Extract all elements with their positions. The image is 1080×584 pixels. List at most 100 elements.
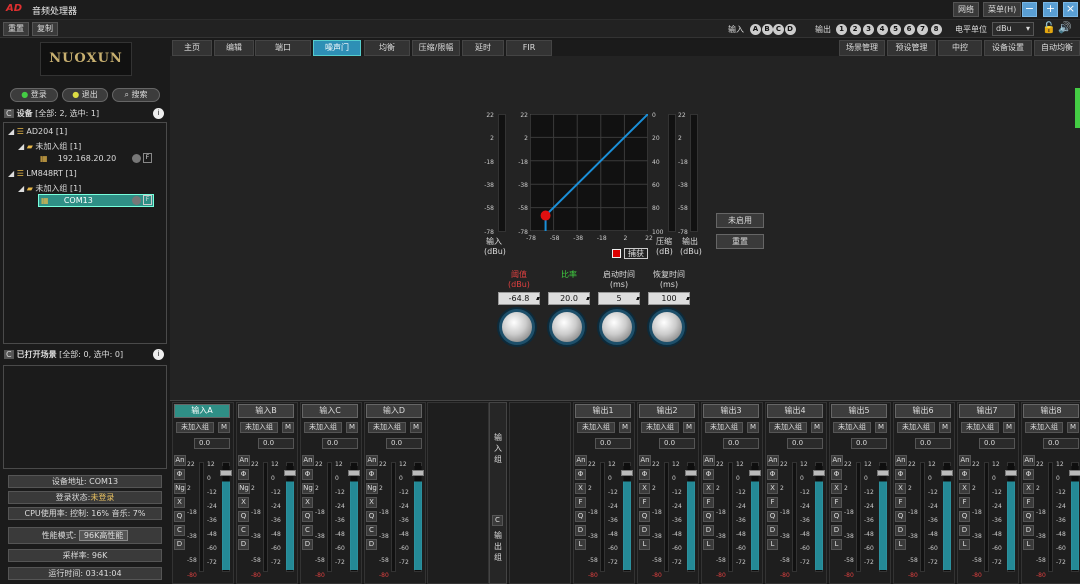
gain-spinner[interactable]: 0.0 xyxy=(787,438,823,449)
strip-side-button[interactable]: C xyxy=(174,525,185,536)
gain-spinner[interactable]: 0.0 xyxy=(258,438,294,449)
fader-handle[interactable] xyxy=(412,470,424,476)
fader-handle[interactable] xyxy=(685,470,697,476)
strip-side-button[interactable]: Φ xyxy=(302,469,313,480)
output-7-button[interactable]: 7 xyxy=(917,24,928,35)
strip-side-button[interactable]: X xyxy=(895,483,906,494)
output-8-button[interactable]: 8 xyxy=(930,24,942,35)
strip-side-button[interactable]: Q xyxy=(767,511,778,522)
strip-side-button[interactable]: Q xyxy=(639,511,650,522)
strip-side-button[interactable]: F xyxy=(831,497,842,508)
strip-side-button[interactable]: Φ xyxy=(895,469,906,480)
strip-side-button[interactable]: Φ xyxy=(174,469,185,480)
login-button[interactable]: ● 登录 xyxy=(10,88,58,102)
fader-handle[interactable] xyxy=(348,470,360,476)
strip-side-button[interactable]: X xyxy=(174,497,185,508)
tab-3[interactable]: 噪声门 xyxy=(313,40,361,56)
gain-spinner[interactable]: 0.0 xyxy=(659,438,695,449)
channel-name[interactable]: 输入B xyxy=(238,404,294,418)
strip-side-button[interactable]: L xyxy=(703,539,714,550)
strip-side-button[interactable]: D xyxy=(575,525,586,536)
strip-side-button[interactable]: L xyxy=(575,539,586,550)
right-tab-1[interactable]: 预设管理 xyxy=(887,40,936,56)
param-knob[interactable] xyxy=(499,309,535,345)
strip-side-button[interactable]: Q xyxy=(302,511,313,522)
fader-handle[interactable] xyxy=(220,470,232,476)
group-button[interactable]: 未加入组 xyxy=(961,422,999,433)
close-icon[interactable]: × xyxy=(1063,2,1078,17)
strip-side-button[interactable]: L xyxy=(639,539,650,550)
param-knob[interactable] xyxy=(599,309,635,345)
group-c-button[interactable]: C xyxy=(492,515,503,526)
channel-name[interactable]: 输入A xyxy=(174,404,230,418)
spinner-arrows-icon[interactable]: ▴▾ xyxy=(686,293,690,304)
strip-side-button[interactable]: Φ xyxy=(1023,469,1034,480)
gain-spinner[interactable]: 0.0 xyxy=(723,438,759,449)
group-button[interactable]: 未加入组 xyxy=(1025,422,1063,433)
fader-handle[interactable] xyxy=(1005,470,1017,476)
tree-group-1[interactable]: ◢ ▰ 未加入组 [1] xyxy=(18,141,81,152)
strip-side-button[interactable]: An xyxy=(302,455,314,466)
output-2-button[interactable]: 2 xyxy=(849,24,861,35)
gain-spinner[interactable]: 0.0 xyxy=(595,438,631,449)
param-value-spinner[interactable]: 5 ▴▾ xyxy=(598,292,640,305)
flag-icon[interactable]: F xyxy=(143,153,152,163)
channel-name[interactable]: 输入D xyxy=(366,404,422,418)
right-tab-3[interactable]: 设备设置 xyxy=(984,40,1032,56)
strip-side-button[interactable]: X xyxy=(302,497,313,508)
gate-reset-button[interactable]: 重置 xyxy=(716,234,764,249)
strip-side-button[interactable]: Q xyxy=(238,511,249,522)
strip-side-button[interactable]: D xyxy=(831,525,842,536)
mute-button[interactable]: M xyxy=(1067,422,1079,433)
group-button[interactable]: 未加入组 xyxy=(304,422,342,433)
strip-side-button[interactable]: Ng xyxy=(238,483,250,494)
tab-1[interactable]: 编辑 xyxy=(214,40,254,56)
strip-side-button[interactable]: D xyxy=(302,539,313,550)
tab-7[interactable]: FIR xyxy=(506,40,552,56)
strip-side-button[interactable]: D xyxy=(895,525,906,536)
param-value-spinner[interactable]: 100 ▴▾ xyxy=(648,292,690,305)
fader-handle[interactable] xyxy=(813,470,825,476)
group-button[interactable]: 未加入组 xyxy=(368,422,406,433)
strip-side-button[interactable]: An xyxy=(366,455,378,466)
group-button[interactable]: 未加入组 xyxy=(240,422,278,433)
strip-side-button[interactable]: L xyxy=(1023,539,1034,550)
strip-side-button[interactable]: C xyxy=(302,525,313,536)
strip-side-button[interactable]: Φ xyxy=(238,469,249,480)
strip-side-button[interactable]: Φ xyxy=(831,469,842,480)
strip-side-button[interactable]: An xyxy=(575,455,587,466)
strip-side-button[interactable]: An xyxy=(238,455,250,466)
tree-device-2[interactable]: ◢ ☰ LM848RT [1] xyxy=(8,169,77,178)
mute-button[interactable]: M xyxy=(683,422,695,433)
strip-side-button[interactable]: F xyxy=(703,497,714,508)
output-1-button[interactable]: 1 xyxy=(836,24,847,35)
speaker-icon[interactable]: 🔊 xyxy=(1058,21,1072,34)
right-tab-4[interactable]: 自动均衡 xyxy=(1034,40,1080,56)
gain-spinner[interactable]: 0.0 xyxy=(386,438,422,449)
spinner-arrows-icon[interactable]: ▴▾ xyxy=(536,293,540,304)
tab-6[interactable]: 延时 xyxy=(462,40,504,56)
channel-name[interactable]: 输入C xyxy=(302,404,358,418)
strip-side-button[interactable]: F xyxy=(639,497,650,508)
minimize-icon[interactable]: − xyxy=(1022,2,1037,17)
right-tab-2[interactable]: 中控 xyxy=(938,40,982,56)
strip-side-button[interactable]: F xyxy=(959,497,970,508)
strip-side-button[interactable]: Q xyxy=(895,511,906,522)
collapse-icon[interactable]: C xyxy=(4,109,14,118)
mute-button[interactable]: M xyxy=(747,422,759,433)
strip-side-button[interactable]: An xyxy=(639,455,651,466)
strip-side-button[interactable]: Ng xyxy=(302,483,314,494)
param-knob[interactable] xyxy=(549,309,585,345)
channel-name[interactable]: 输出7 xyxy=(959,404,1015,418)
strip-side-button[interactable]: Φ xyxy=(639,469,650,480)
strip-side-button[interactable]: L xyxy=(767,539,778,550)
strip-side-button[interactable]: L xyxy=(959,539,970,550)
gain-spinner[interactable]: 0.0 xyxy=(194,438,230,449)
strip-side-button[interactable]: Q xyxy=(959,511,970,522)
strip-side-button[interactable]: Q xyxy=(174,511,185,522)
strip-side-button[interactable]: Q xyxy=(1023,511,1034,522)
unit-select[interactable]: dBu ▾ xyxy=(992,22,1034,36)
strip-side-button[interactable]: X xyxy=(703,483,714,494)
gate-transfer-graph[interactable] xyxy=(530,114,648,231)
group-button[interactable]: 未加入组 xyxy=(577,422,615,433)
